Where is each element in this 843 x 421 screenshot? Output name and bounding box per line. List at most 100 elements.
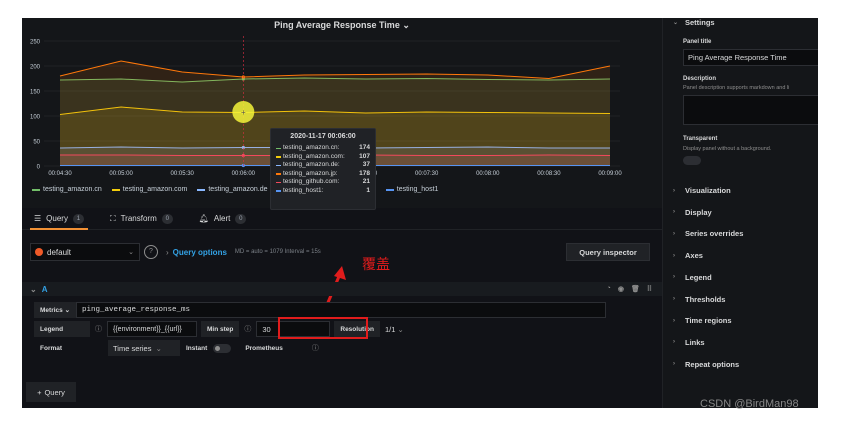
info-icon[interactable]: ⓘ [90,321,107,337]
chevron-right-icon: › [673,317,675,324]
section-label: Repeat options [685,359,740,369]
section-label: Time regions [685,316,732,326]
datasource-picker[interactable]: default ⌄ [30,243,140,261]
description-textarea[interactable] [683,95,818,125]
min-step-label: Min step [201,321,240,337]
database-icon: ☰ [34,214,42,223]
query-options[interactable]: › Query options MD = auto = 1079 Interva… [166,248,321,257]
section-axes[interactable]: › Axes [673,251,703,260]
metrics-label-text: Metrics [40,306,63,314]
section-label: Axes [685,251,703,261]
query-toolbar: default ⌄ ? › Query options MD = auto = … [22,240,662,264]
tooltip-value: 37 [362,161,370,168]
chevron-right-icon: › [673,252,675,259]
tab-alert[interactable]: 🔔︎ Alert 0 [199,208,247,230]
transparent-hint: Display panel without a background. [683,146,772,152]
tooltip-label: testing_host1: [283,186,324,194]
query-a-name: A [41,284,48,294]
section-series-overrides[interactable]: › Series overrides [673,229,743,238]
transparent-toggle[interactable] [683,156,701,165]
section-repeat-options[interactable]: › Repeat options [673,360,739,369]
x-tick-label: 00:09:00 [598,171,622,177]
editor-tabs: ☰ Query 1 ⛶ Transform 0 🔔︎ Alert 0 [22,208,662,230]
trash-icon[interactable]: 🗑︎ [631,285,640,293]
tab-query-count: 1 [72,213,84,224]
grafana-window: Ping Average Response Time ⌄ 0 50 100 150 20… [22,18,818,408]
legend-label: testing_host1 [396,186,439,193]
chevron-down-icon: ⌄ [397,324,404,334]
x-tick-label: 00:06:00 [232,171,256,177]
info-icon[interactable]: ⓘ [307,340,324,356]
y-tick-label: 150 [30,90,41,96]
chevron-right-icon: › [673,274,675,281]
info-icon[interactable]: ⓘ [239,321,256,337]
section-links[interactable]: › Links [673,338,705,347]
tooltip-label: testing_github.com: [283,178,340,185]
tooltip-value: 1 [366,186,370,194]
section-label: Thresholds [685,294,726,304]
chevron-right-icon: › [673,187,675,194]
legend-item[interactable]: testing_amazon.cn [32,186,102,193]
tooltip-swatch [276,181,281,183]
tooltip-row: testing_amazon.com: 107 [276,153,370,162]
panel-title-input[interactable]: Ping Average Response Time [683,49,818,66]
annotation-label: 覆盖 [362,257,390,273]
format-row: Format Time series ⌄ Instant Prometheus … [34,340,324,356]
panel-title-label: Panel title [683,39,712,45]
tooltip-row: testing_amazon.cn: 174 [276,144,370,153]
legend-item[interactable]: testing_host1 [385,186,439,193]
legend-swatch [197,188,206,191]
tooltip-label: testing_amazon.de: [283,161,340,168]
format-select[interactable]: Time series ⌄ [108,340,180,356]
help-icon[interactable]: ◔ [607,285,611,293]
x-tick-label: 00:05:30 [171,171,195,177]
drag-handle-icon[interactable]: ⠿ [647,285,652,293]
tooltip-label: testing_amazon.cn: [283,144,340,151]
legend-format-input[interactable]: {{environment}}_{{url}} [107,321,197,337]
tab-transform[interactable]: ⛶ Transform 0 [110,208,173,230]
highlight-box [278,317,368,339]
help-icon[interactable]: ? [144,245,158,259]
tab-transform-count: 0 [161,213,173,224]
legend-swatch [385,188,394,191]
section-legend[interactable]: › Legend [673,273,712,282]
section-label: Visualization [685,186,731,195]
tab-alert-count: 0 [235,213,247,224]
tooltip-row: testing_amazon.jp: 178 [276,170,370,179]
legend-swatch [111,188,120,191]
tooltip-row: testing_github.com: 21 [276,178,370,187]
eye-icon[interactable]: ◉ [618,285,624,293]
section-visualization[interactable]: › Visualization [673,186,731,195]
add-query-button[interactable]: + Query [26,382,76,402]
section-display[interactable]: › Display [673,208,712,217]
tooltip-row: testing_amazon.de: 37 [276,161,370,170]
section-settings[interactable]: ⌄ Settings [673,18,715,27]
chevron-down-icon: ⌄ [128,249,134,256]
section-time-regions[interactable]: › Time regions [673,316,732,325]
y-tick-label: 50 [33,140,40,146]
query-inspector-button[interactable]: Query inspector [566,243,650,261]
legend-label: testing_amazon.com [122,186,188,193]
metrics-label[interactable]: Metrics ⌄ [34,302,77,318]
y-tick-label: 100 [30,115,41,121]
chevron-right-icon: › [673,296,675,302]
tab-query[interactable]: ☰ Query 1 [30,208,88,230]
chevron-right-icon: › [166,247,169,257]
section-thresholds[interactable]: › Thresholds [673,295,725,304]
tooltip-swatch [276,190,281,192]
chevron-right-icon: › [673,361,675,368]
tooltip-swatch [276,164,281,166]
metrics-input[interactable]: ping_average_response_ms [76,302,607,318]
x-tick-label: 00:08:30 [537,171,561,177]
x-tick-label: 00:05:00 [109,171,133,177]
instant-toggle[interactable] [213,343,232,353]
legend-item[interactable]: testing_amazon.de [197,186,268,193]
y-tick-label: 0 [37,165,41,171]
resolution-select[interactable]: 1/1 ⌄ [380,321,409,337]
y-tick-label: 250 [30,40,41,46]
legend-item[interactable]: testing_amazon.com [111,186,188,193]
transform-icon: ⛶ [109,213,116,223]
query-a-header[interactable]: ⌄ A ◔ ◉ 🗑︎ ⠿ [22,282,662,296]
options-sidebar: ⌄ Settings Panel title Ping Average Respo… [662,18,818,408]
tooltip-swatch [276,147,281,149]
